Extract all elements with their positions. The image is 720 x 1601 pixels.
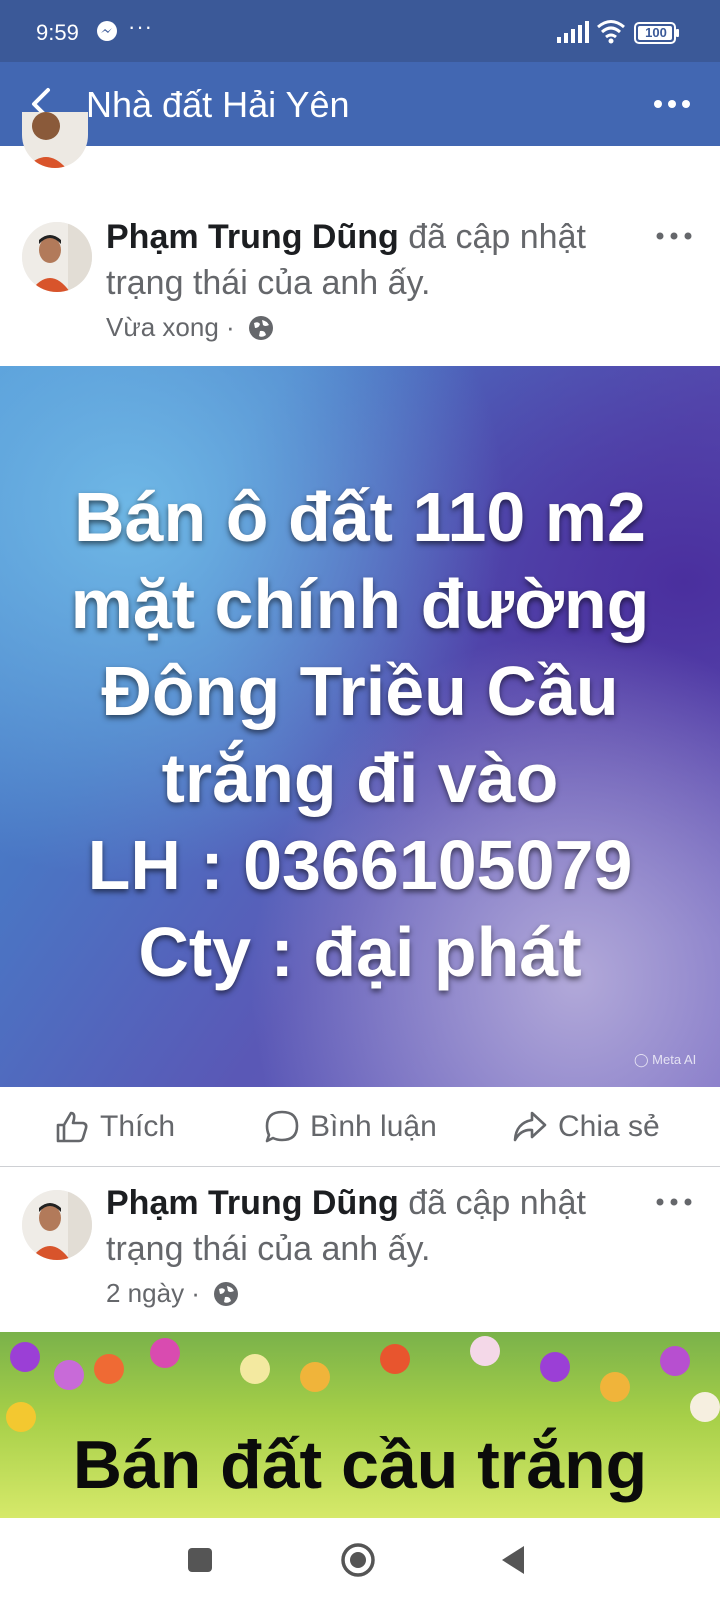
post-meta: 2 ngày · (106, 1278, 239, 1309)
globe-icon (214, 1282, 239, 1306)
status-more-dots: ··· (128, 14, 153, 39)
post-image-text: Bán đất cầu trắng (72, 1427, 648, 1503)
image-text-line: Bán ô đất 110 m2 (74, 478, 646, 556)
author-name[interactable]: Phạm Trung Dũng (106, 1184, 399, 1222)
app-bar: Nhà đất Hải Yên (0, 62, 720, 146)
comment-button[interactable]: Bình luận (264, 1087, 437, 1167)
author-avatar[interactable] (22, 1190, 92, 1260)
post-meta: Vừa xong · (106, 312, 274, 343)
comment-label: Bình luận (310, 1110, 437, 1143)
like-button[interactable]: Thích (54, 1087, 175, 1167)
wifi-icon (597, 20, 625, 44)
recent-apps-icon[interactable] (180, 1540, 220, 1580)
share-button[interactable]: Chia sẻ (512, 1087, 660, 1167)
image-text-line: Cty : đại phát (138, 913, 582, 991)
post-author-line: Phạm Trung Dũng đã cập nhật trạng thái c… (106, 1180, 666, 1272)
flower-decoration (540, 1352, 570, 1382)
flower-decoration (150, 1338, 180, 1368)
post-image[interactable]: Bán đất cầu trắng (0, 1332, 720, 1518)
flower-decoration (54, 1360, 84, 1390)
flower-decoration (660, 1346, 690, 1376)
thumbs-up-icon (56, 1111, 88, 1143)
share-label: Chia sẻ (558, 1110, 660, 1143)
flower-decoration (690, 1392, 720, 1422)
group-title: Nhà đất Hải Yên (86, 84, 350, 125)
post-time[interactable]: 2 ngày (106, 1278, 184, 1308)
author-avatar[interactable] (22, 222, 92, 292)
status-time: 9:59 (36, 20, 79, 45)
globe-icon (248, 316, 273, 340)
meta-ai-watermark: ◯ Meta AI (634, 1052, 697, 1067)
flower-decoration (470, 1336, 500, 1366)
flower-decoration (300, 1362, 330, 1392)
more-horizontal-icon[interactable] (650, 92, 694, 116)
image-text-line: trắng đi vào (161, 739, 559, 817)
image-text-line: Đông Triều Cầu (101, 652, 619, 730)
messenger-icon (97, 21, 117, 41)
post-image-text: Bán ô đất 110 m2 mặt chính đường Đông Tr… (0, 474, 720, 996)
post-time[interactable]: Vừa xong (106, 312, 219, 342)
previous-post-avatar[interactable] (22, 112, 88, 168)
image-text-line: LH : 0366105079 (87, 826, 633, 904)
flower-decoration (600, 1372, 630, 1402)
home-icon[interactable] (338, 1540, 378, 1580)
image-text-line: mặt chính đường (70, 565, 650, 643)
signal-icon (557, 21, 589, 43)
battery-level: 100 (645, 25, 667, 40)
status-bar: 9:59 ··· 100 (0, 0, 720, 62)
post-options-icon[interactable] (654, 1192, 694, 1212)
comment-icon (265, 1110, 299, 1143)
post-options-icon[interactable] (654, 226, 694, 246)
post-author-line: Phạm Trung Dũng đã cập nhật trạng thái c… (106, 214, 666, 306)
navigation-bar (0, 1518, 720, 1601)
like-label: Thích (100, 1110, 176, 1143)
post-action-bar: Thích Bình luận Chia sẻ (0, 1087, 720, 1167)
flower-decoration (94, 1354, 124, 1384)
share-icon (513, 1111, 547, 1142)
meta-separator: · (184, 1278, 208, 1308)
back-nav-icon[interactable] (494, 1540, 534, 1580)
meta-separator: · (218, 312, 242, 342)
flower-decoration (380, 1344, 410, 1374)
post-image[interactable]: Bán ô đất 110 m2 mặt chính đường Đông Tr… (0, 366, 720, 1087)
author-name[interactable]: Phạm Trung Dũng (106, 218, 399, 256)
flower-decoration (10, 1342, 40, 1372)
flower-decoration (240, 1354, 270, 1384)
